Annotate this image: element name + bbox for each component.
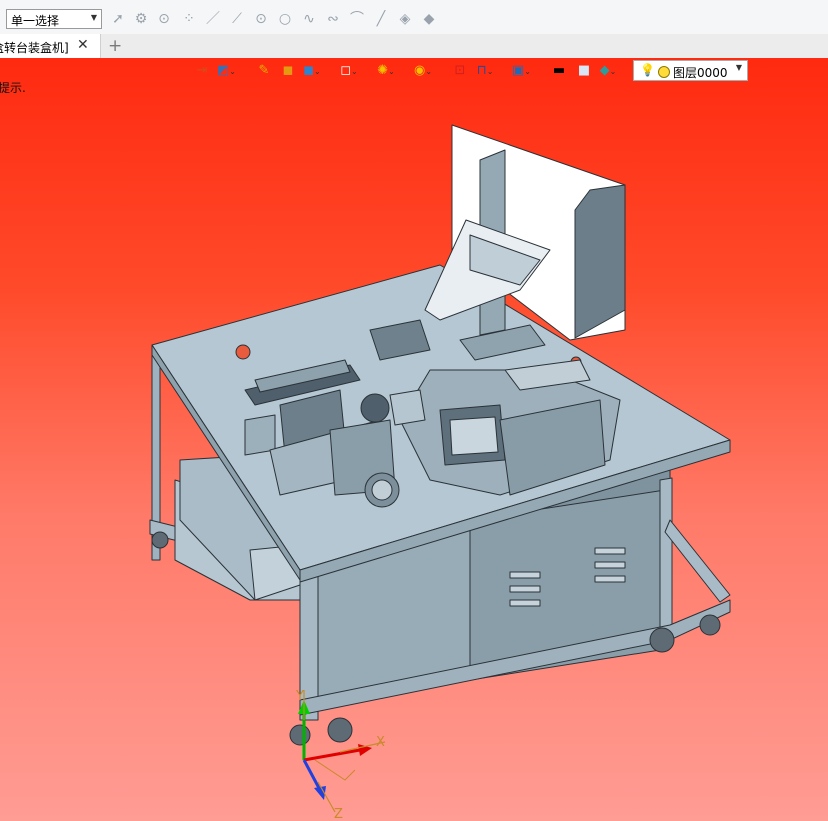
close-icon[interactable]: ✕ [77,37,89,53]
circle-icon[interactable]: ○ [277,11,293,27]
spline-icon[interactable]: ∿ [301,11,317,27]
selection-mode-dropdown[interactable]: 单一选择 ▼ [6,9,102,29]
pen-icon[interactable]: ╱ [373,11,389,27]
line-icon[interactable]: ／ [205,11,221,27]
arc-icon[interactable]: ⌒ [349,11,365,27]
3d-viewport[interactable]: 提示. ⇥ ◩⌄ ✎ ◼ ◼⌄ ◻⌄ ✺⌄ ◉⌄ ⊡ ⊓⌄ ▣⌄ ▬ ■ ◆⌄ … [0,58,828,821]
add-tab-button[interactable]: + [108,36,122,56]
top-toolbar: 单一选择 ▼ ➚ ⚙ ⊙ ⁘ ／ ⟋ ⊙ ○ ∿ ∾ ⌒ ╱ ◈ ◆ [0,0,828,35]
x-axis-label: X [376,735,385,750]
document-tab[interactable]: 盒转台装盒机] ✕ [0,34,101,58]
cursor-icon[interactable]: ➚ [110,11,126,27]
surface2-icon[interactable]: ◆ [421,11,437,27]
document-tab-label: 盒转台装盒机] [0,41,69,55]
segment-icon[interactable]: ⟋ [229,11,245,27]
z-axis-label: Z [334,807,343,821]
play-icon[interactable]: ⊙ [156,11,172,27]
pick-filter-icon[interactable]: ⚙ [133,11,149,27]
document-tab-bar: 盒转台装盒机] ✕ + [0,34,828,59]
curve-icon[interactable]: ∾ [325,11,341,27]
point-circle-icon[interactable]: ⊙ [253,11,269,27]
points-icon[interactable]: ⁘ [181,11,197,27]
chevron-down-icon: ▼ [90,13,97,22]
y-axis-label: Y [295,689,304,704]
cad-model[interactable]: X Y Z [0,58,828,821]
surface-icon[interactable]: ◈ [397,11,413,27]
selection-mode-value: 单一选择 [11,14,60,28]
